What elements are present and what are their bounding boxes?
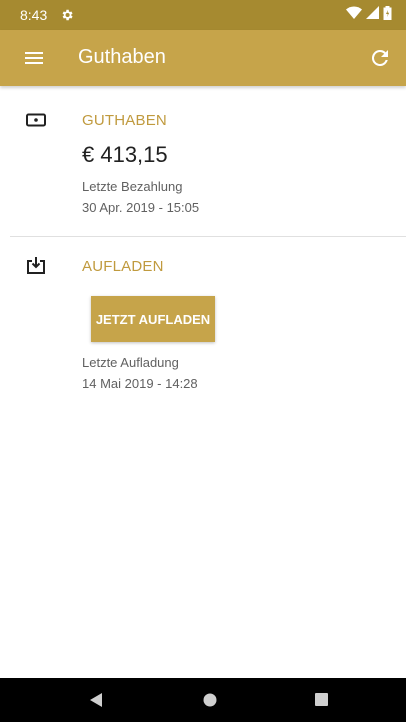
last-payment-label: Letzte Bezahlung xyxy=(82,179,183,194)
home-icon[interactable] xyxy=(203,693,217,707)
recents-icon[interactable] xyxy=(315,693,328,706)
status-icons xyxy=(346,5,392,25)
app-bar: Guthaben xyxy=(0,30,406,86)
refresh-icon[interactable] xyxy=(368,46,392,70)
wifi-icon xyxy=(346,6,362,25)
wallet-icon xyxy=(24,108,48,132)
status-bar: 8:43 xyxy=(0,0,406,30)
last-topup-label: Letzte Aufladung xyxy=(82,355,179,370)
battery-icon xyxy=(383,5,392,25)
status-time: 8:43 xyxy=(20,7,48,23)
balance-section-title: GUTHABEN xyxy=(82,112,167,129)
back-icon[interactable] xyxy=(89,693,103,707)
topup-section-title: AUFLADEN xyxy=(82,258,164,275)
last-payment-date: 30 Apr. 2019 - 15:05 xyxy=(82,200,200,215)
section-divider xyxy=(10,236,406,237)
signal-icon xyxy=(366,6,379,24)
menu-icon[interactable] xyxy=(22,46,46,70)
topup-now-button[interactable]: JETZT AUFLADEN xyxy=(91,296,215,342)
system-nav-bar xyxy=(0,678,406,722)
last-topup-date: 14 Mai 2019 - 14:28 xyxy=(82,376,198,391)
page-title: Guthaben xyxy=(78,46,166,68)
settings-icon xyxy=(60,8,74,22)
download-box-icon xyxy=(24,254,48,278)
balance-amount: € 413,15 xyxy=(82,142,168,167)
